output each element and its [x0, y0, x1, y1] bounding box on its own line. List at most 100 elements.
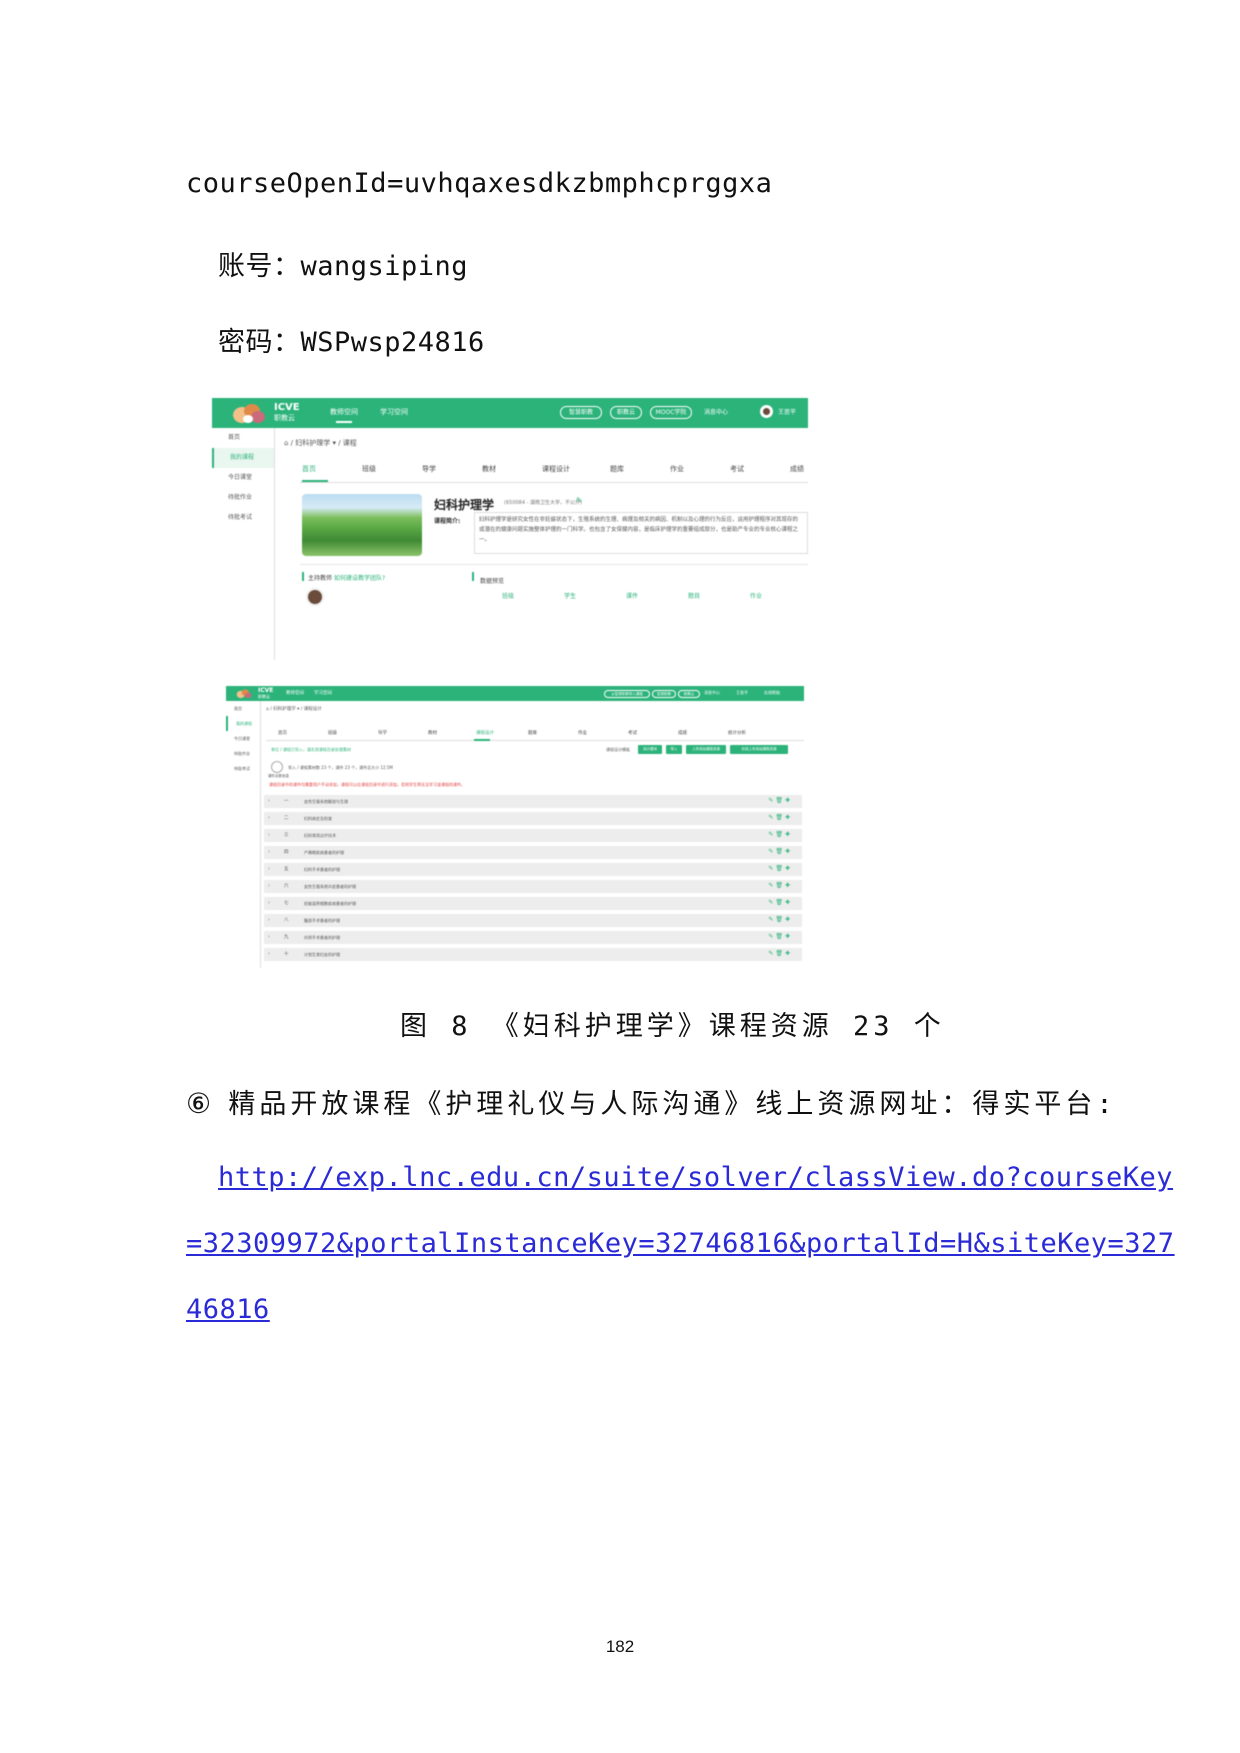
sidebar-item-pending-homework[interactable]: 待批作业	[226, 746, 260, 761]
nav-learning-space[interactable]: 学习空间	[380, 407, 408, 417]
chapter-row[interactable]: › 三 妇科常用诊疗技术 ✎🗑✚	[264, 829, 802, 842]
nav-learning-space[interactable]: 学习空间	[314, 690, 332, 696]
message-center-link[interactable]: 消息中心	[704, 407, 728, 416]
chapter-row[interactable]: › 九 外阴手术患者的护理 ✎🗑✚	[264, 931, 802, 944]
tab-homework[interactable]: 作业	[670, 464, 684, 474]
tab-exam[interactable]: 考试	[730, 464, 744, 474]
chapter-row[interactable]: › 六 女性生殖系统炎症患者的护理 ✎🗑✚	[264, 880, 802, 893]
chevron-right-icon[interactable]: ›	[268, 866, 270, 872]
tab-exam[interactable]: 考试	[628, 730, 637, 736]
sidebar-item-today-class[interactable]: 今日课堂	[226, 731, 260, 746]
delete-icon[interactable]: 🗑	[775, 814, 785, 821]
chapter-row[interactable]: › 七 妊娠滋养细胞疾病患者的护理 ✎🗑✚	[264, 897, 802, 910]
add-icon[interactable]: ✚	[785, 916, 792, 923]
delete-icon[interactable]: 🗑	[775, 933, 785, 940]
add-icon[interactable]: ✚	[785, 882, 792, 889]
tab-course-design[interactable]: 课程设计	[542, 464, 570, 474]
tab-textbook[interactable]: 教材	[428, 730, 437, 736]
stat-courseware[interactable]: 课件	[626, 591, 638, 600]
resource-link-line-3[interactable]: 46816	[186, 1294, 270, 1325]
tab-guide[interactable]: 导学	[422, 464, 436, 474]
chevron-right-icon[interactable]: ›	[268, 951, 270, 957]
sidebar-item-my-courses[interactable]: 我的课程	[212, 448, 274, 468]
sidebar-item-pending-exams[interactable]: 待批考试	[226, 761, 260, 776]
tab-classes[interactable]: 班级	[328, 730, 337, 736]
chevron-right-icon[interactable]: ›	[268, 832, 270, 838]
nav-teacher-space[interactable]: 教师空间	[330, 407, 358, 423]
add-icon[interactable]: ✚	[785, 814, 792, 821]
edit-icon[interactable]: ✎	[576, 496, 583, 505]
tab-question-bank[interactable]: 题库	[528, 730, 537, 736]
import-button[interactable]: 导入	[666, 745, 682, 754]
sidebar-item-pending-exams[interactable]: 待批考试	[212, 508, 274, 528]
pill-link-2[interactable]: 职教云	[610, 406, 642, 419]
teacher-hint-link[interactable]: 如何建设教学团队?	[334, 573, 385, 582]
stat-homework[interactable]: 作业	[750, 591, 762, 600]
tab-textbook[interactable]: 教材	[482, 464, 496, 474]
tab-statistics[interactable]: 统计分析	[728, 730, 746, 736]
pill-link-1[interactable]: 从智慧职教导入课程	[604, 690, 650, 698]
delete-icon[interactable]: 🗑	[775, 882, 785, 889]
stat-questions[interactable]: 题目	[688, 591, 700, 600]
tab-question-bank[interactable]: 题库	[610, 464, 624, 474]
chevron-right-icon[interactable]: ›	[268, 917, 270, 923]
delete-icon[interactable]: 🗑	[775, 865, 785, 872]
help-link[interactable]: 在线帮助	[764, 690, 780, 696]
add-icon[interactable]: ✚	[785, 899, 792, 906]
chapter-row[interactable]: › 二 妇科病史及检查 ✎🗑✚	[264, 812, 802, 825]
delete-icon[interactable]: 🗑	[775, 916, 785, 923]
upload-resource-button[interactable]: 上传添加课程资源	[686, 745, 726, 754]
tab-home[interactable]: 首页	[278, 730, 287, 736]
tab-homework[interactable]: 作业	[578, 730, 587, 736]
stat-classes[interactable]: 班级	[502, 591, 514, 600]
tab-guide[interactable]: 导学	[378, 730, 387, 736]
add-icon[interactable]: ✚	[785, 797, 792, 804]
delete-icon[interactable]: 🗑	[775, 831, 785, 838]
delete-icon[interactable]: 🗑	[775, 848, 785, 855]
sidebar-item-home[interactable]: 首页	[212, 428, 274, 448]
tab-home[interactable]: 首页	[302, 464, 316, 474]
tab-grades[interactable]: 成绩	[678, 730, 687, 736]
user-avatar[interactable]	[760, 405, 773, 418]
breadcrumb[interactable]: ⌂ / 妇科护理学 ▾ / 课程	[284, 438, 357, 448]
add-icon[interactable]: ✚	[785, 933, 792, 940]
chevron-right-icon[interactable]: ›	[268, 900, 270, 906]
sidebar-item-my-courses[interactable]: 我的课程	[226, 716, 260, 731]
add-icon[interactable]: ✚	[785, 848, 792, 855]
user-name[interactable]: 王思平	[778, 407, 796, 416]
chapter-row[interactable]: › 十 计划生育妇女的护理 ✎🗑✚	[264, 948, 802, 961]
online-upload-button[interactable]: 在线上传添加课程资源	[730, 745, 788, 754]
tab-course-design[interactable]: 课程设计	[476, 730, 494, 736]
pill-link-3[interactable]: MOOC学院	[650, 406, 692, 419]
chapter-row[interactable]: › 五 妇科手术患者的护理 ✎🗑✚	[264, 863, 802, 876]
add-icon[interactable]: ✚	[785, 865, 792, 872]
chapter-row[interactable]: › 八 腹部手术患者的护理 ✎🗑✚	[264, 914, 802, 927]
design-module-button[interactable]: 设计模块	[638, 745, 662, 754]
nav-teacher-space[interactable]: 教师空间	[286, 690, 304, 696]
chevron-right-icon[interactable]: ›	[268, 849, 270, 855]
chevron-right-icon[interactable]: ›	[268, 883, 270, 889]
tab-grades[interactable]: 成绩	[790, 464, 804, 474]
delete-icon[interactable]: 🗑	[775, 950, 785, 957]
resource-link-line-1[interactable]: http://exp.lnc.edu.cn/suite/solver/class…	[218, 1162, 1173, 1193]
add-icon[interactable]: ✚	[785, 831, 792, 838]
chapter-row[interactable]: › 一 女性生殖系统解剖与生理 ✎🗑✚	[264, 795, 802, 808]
pill-link-3[interactable]: 职教云	[678, 690, 700, 698]
stat-students[interactable]: 学生	[564, 591, 576, 600]
delete-icon[interactable]: 🗑	[775, 899, 785, 906]
sidebar-item-today-class[interactable]: 今日课堂	[212, 468, 274, 488]
delete-icon[interactable]: 🗑	[775, 797, 785, 804]
pill-link-1[interactable]: 智慧职教	[560, 406, 602, 419]
chapter-row[interactable]: › 四 产褥期疾病患者的护理 ✎🗑✚	[264, 846, 802, 859]
tab-classes[interactable]: 班级	[362, 464, 376, 474]
user-name[interactable]: 王思平	[736, 690, 748, 696]
sidebar-item-pending-homework[interactable]: 待批作业	[212, 488, 274, 508]
chevron-right-icon[interactable]: ›	[268, 798, 270, 804]
pill-link-2[interactable]: 智慧职教	[652, 690, 676, 698]
breadcrumb[interactable]: ⌂ / 妇科护理学 ▾ / 课程设计	[266, 706, 322, 712]
message-center-link[interactable]: 消息中心	[704, 690, 720, 696]
sidebar-item-home[interactable]: 首页	[226, 701, 260, 716]
chevron-right-icon[interactable]: ›	[268, 815, 270, 821]
add-icon[interactable]: ✚	[785, 950, 792, 957]
chevron-right-icon[interactable]: ›	[268, 934, 270, 940]
